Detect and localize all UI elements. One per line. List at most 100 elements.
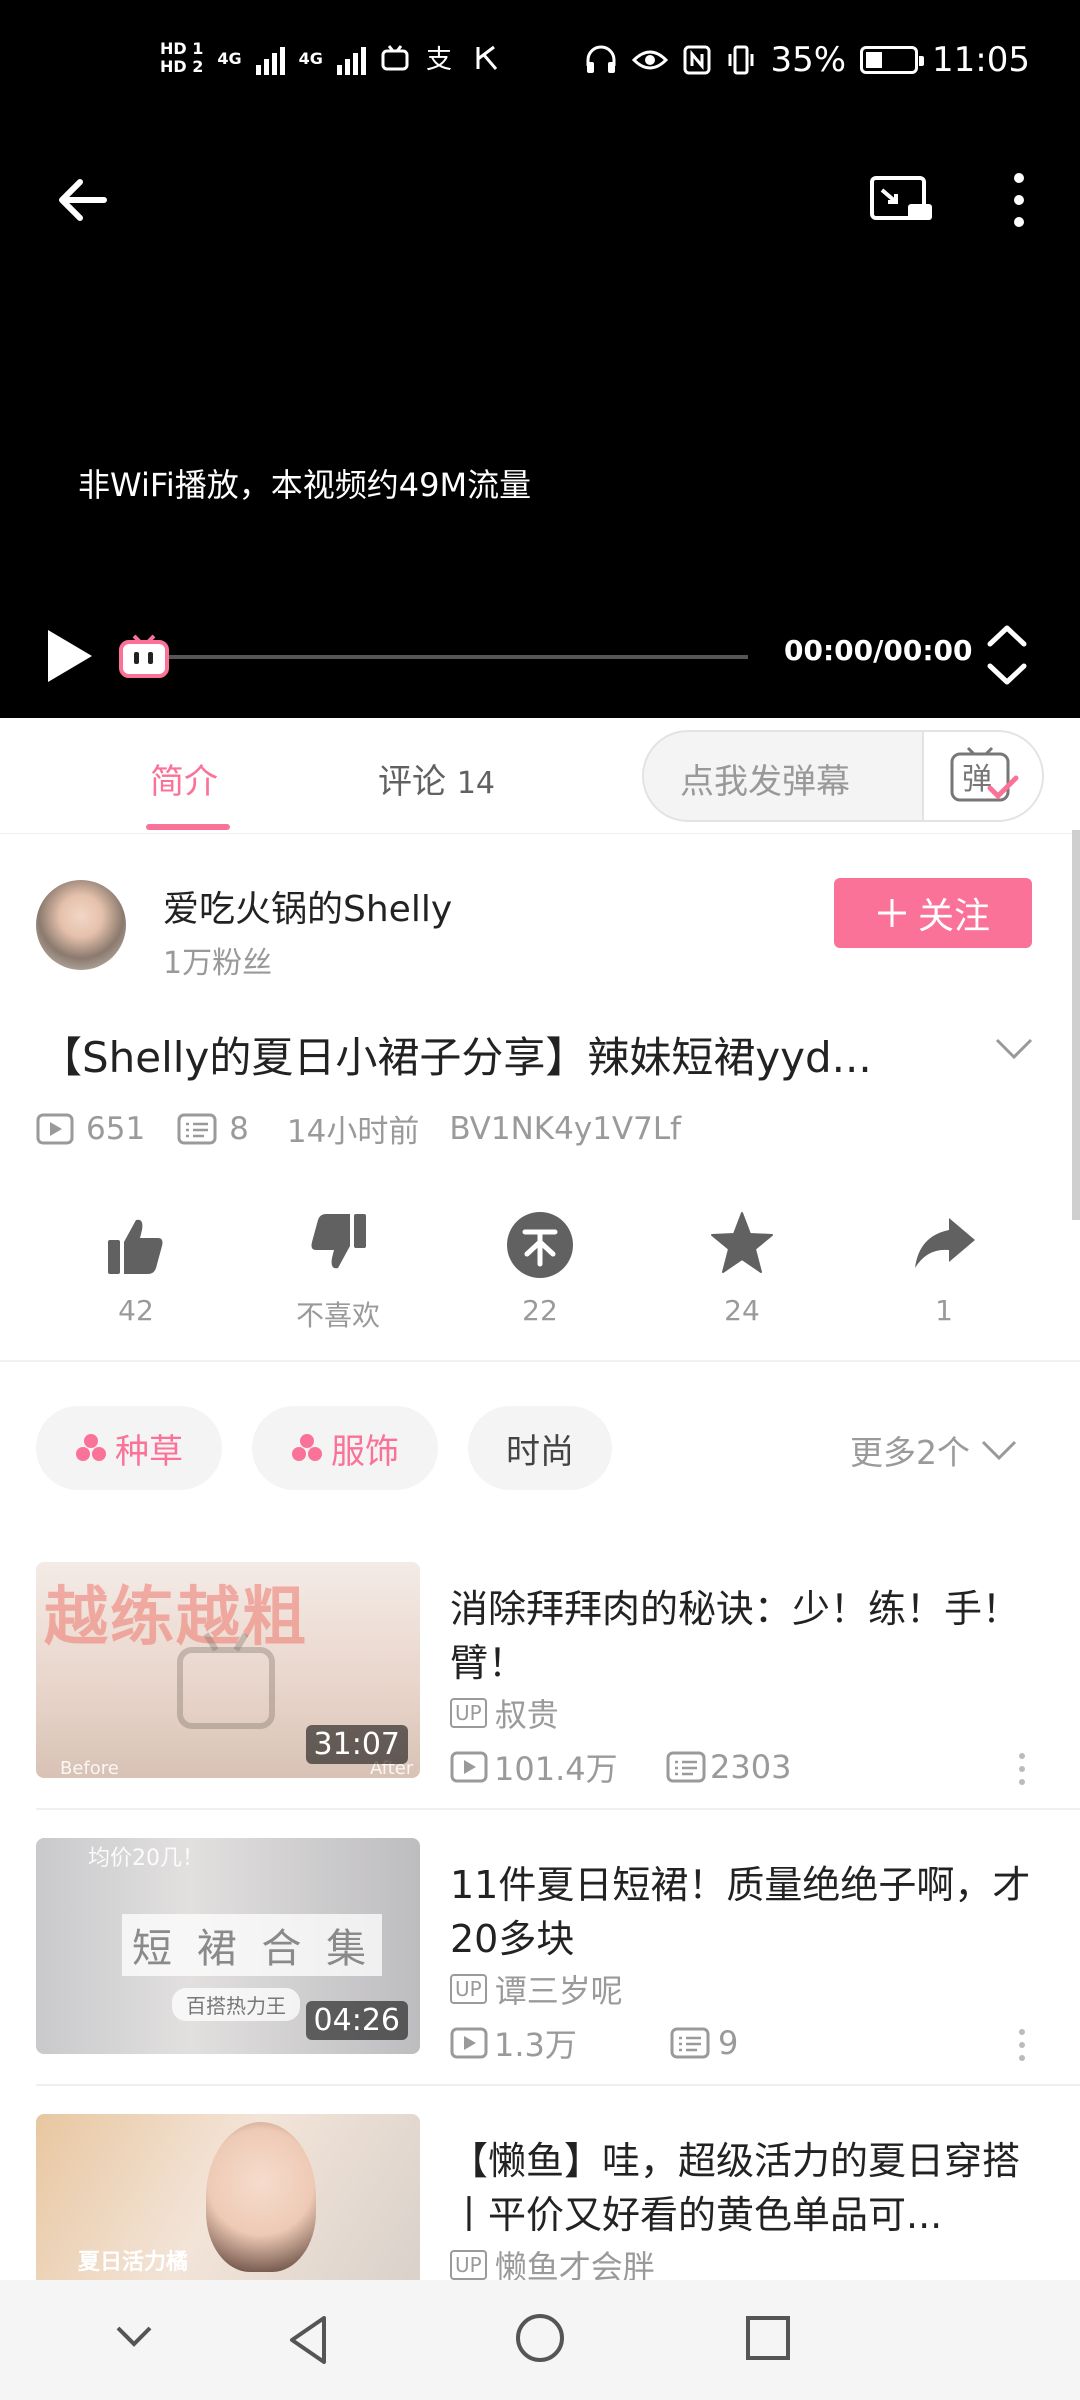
danmaku-count-icon — [670, 2027, 710, 2059]
nav-recents-icon[interactable] — [744, 2314, 792, 2362]
recommended-video-card[interactable]: 夏日活力橘 【懒鱼】哇，超级活力的夏日穿搭丨平价又好看的黄色单品可... UP … — [0, 2114, 1080, 2280]
tag-channel-icon — [292, 1434, 322, 1461]
plus-icon — [877, 899, 906, 927]
seek-thumb-tv-icon[interactable] — [118, 634, 170, 680]
hd-indicators: HD 1 HD 2 — [160, 40, 203, 76]
video-thumbnail[interactable]: 均价20几！ 短 裙 合 集 百搭热力王 04:26 — [36, 1838, 420, 2054]
tab-comments-count: 14 — [456, 766, 495, 801]
favorite-count: 24 — [724, 1294, 760, 1327]
play-count-icon — [450, 2027, 488, 2059]
more-options-icon[interactable] — [1004, 170, 1034, 230]
seek-bar[interactable] — [146, 655, 748, 659]
chevron-down-icon[interactable] — [994, 1036, 1034, 1062]
recommended-stats: 101.4万 2303 — [450, 1744, 791, 1790]
recommended-video-card[interactable]: 均价20几！ 短 裙 合 集 百搭热力王 04:26 11件夏日短裙！质量绝绝子… — [0, 1838, 1080, 2114]
tag-zhongcao[interactable]: 种草 — [36, 1406, 222, 1490]
recommended-video-title[interactable]: 11件夏日短裙！质量绝绝子啊，才20多块 — [450, 1858, 1050, 1966]
nav-back-icon[interactable] — [284, 2312, 332, 2368]
recommended-uploader[interactable]: UP 懒鱼才会胖 — [450, 2242, 655, 2280]
video-thumbnail[interactable]: 越练越粗 Before After 31:07 — [36, 1562, 420, 1778]
scroll-indicator — [1072, 830, 1080, 1220]
card-divider — [36, 1808, 1080, 1810]
video-title[interactable]: 【Shelly的夏日小裙子分享】辣妹短裙yyd... — [40, 1024, 872, 1085]
uploader-name: 叔贵 — [494, 1696, 559, 1734]
recommended-video-title[interactable]: 消除拜拜肉的秘诀：少！练！手！臂！ — [450, 1582, 1050, 1690]
danmaku-count: 9 — [718, 2024, 739, 2062]
coin-icon — [507, 1212, 573, 1278]
headphones-icon — [586, 45, 616, 73]
danmaku-count-icon — [177, 1113, 217, 1144]
uploader-name: 谭三岁呢 — [494, 1972, 623, 2010]
recommended-uploader[interactable]: UP 谭三岁呢 — [450, 1966, 623, 2012]
k-app-icon — [476, 45, 498, 70]
fullscreen-toggle-icon[interactable] — [984, 622, 1030, 688]
chevron-down-icon — [981, 1440, 1017, 1461]
uploader-avatar[interactable] — [36, 880, 126, 970]
up-badge: UP — [450, 1974, 487, 2004]
status-left: HD 1 HD 2 4G 4G 支 — [160, 40, 502, 76]
share-arrow-icon — [915, 1218, 975, 1268]
tag-label: 服饰 — [331, 1431, 399, 1472]
hd1-label: HD 1 — [160, 39, 204, 58]
thumbnail-before-label: Before — [60, 1758, 119, 1778]
net1-label: 4G — [217, 48, 242, 68]
tag-shishang[interactable]: 时尚 — [468, 1406, 612, 1490]
thumbnail-placeholder-icon — [177, 1632, 275, 1729]
signal-icon-2 — [336, 41, 366, 75]
danmaku-count: 2303 — [710, 1748, 792, 1786]
tab-comments-label: 评论 — [378, 762, 446, 802]
view-count: 101.4万 — [494, 1750, 618, 1788]
danmu-placeholder: 点我发弹幕 — [680, 762, 850, 802]
danmu-input[interactable]: 点我发弹幕 弹 — [642, 730, 1044, 822]
thumbnail-banner: 百搭热力王 — [172, 1988, 300, 2021]
uploader-name[interactable]: 爱吃火锅的Shelly — [163, 880, 452, 932]
nav-home-icon[interactable] — [514, 2312, 566, 2364]
follow-label: 关注 — [917, 896, 990, 937]
video-stats: 651 8 14小时前 BV1NK4y1V7Lf — [36, 1106, 681, 1151]
thumbnail-text: 夏日活力橘 — [78, 2250, 189, 2275]
eye-icon — [632, 50, 669, 70]
card-more-icon[interactable] — [1018, 2028, 1026, 2062]
like-button[interactable]: 42 — [66, 1206, 206, 1327]
recommended-video-title[interactable]: 【懒鱼】哇，超级活力的夏日穿搭丨平价又好看的黄色单品可... — [450, 2134, 1050, 2242]
play-count-icon — [450, 1751, 488, 1783]
up-badge: UP — [450, 2250, 487, 2280]
danmu-send-button[interactable]: 弹 — [922, 732, 1042, 820]
tab-comments[interactable]: 评论 14 — [378, 754, 495, 803]
star-icon — [711, 1212, 773, 1273]
playback-timecode: 00:00/00:00 — [784, 634, 973, 667]
thumbnail-subtext: 均价20几！ — [88, 1846, 204, 1871]
bilibili-notification-icon — [381, 45, 409, 71]
tab-intro[interactable]: 简介 — [150, 754, 218, 803]
thumbnail-person — [206, 2122, 316, 2272]
share-button[interactable]: 1 — [874, 1206, 1014, 1327]
video-thumbnail[interactable]: 夏日活力橘 — [36, 2114, 420, 2280]
card-more-icon[interactable] — [1018, 1752, 1026, 1786]
recommended-uploader[interactable]: UP 叔贵 — [450, 1690, 559, 1736]
video-duration: 04:26 — [305, 2001, 408, 2040]
back-arrow-icon[interactable] — [54, 170, 114, 230]
battery-fill — [866, 52, 883, 68]
like-count: 42 — [118, 1294, 154, 1327]
uploader-name: 懒鱼才会胖 — [494, 2248, 655, 2280]
favorite-button[interactable]: 24 — [672, 1206, 812, 1327]
nav-hide-icon[interactable] — [114, 2322, 154, 2350]
bvid: BV1NK4y1V7Lf — [449, 1110, 682, 1147]
more-tags-label: 更多2个 — [850, 1433, 970, 1472]
coin-button[interactable]: 22 — [470, 1206, 610, 1327]
danmu-icon: 弹 — [950, 746, 1019, 802]
dislike-button[interactable]: 不喜欢 — [268, 1206, 408, 1332]
cast-screen-icon[interactable] — [868, 170, 934, 230]
follow-button[interactable]: 关注 — [834, 878, 1032, 948]
play-icon[interactable] — [42, 626, 96, 686]
video-player[interactable]: 非WiFi播放，本视频约49M流量 00:00/00:00 — [0, 138, 1080, 718]
status-bar: HD 1 HD 2 4G 4G 支 35% 11:05 — [0, 0, 1080, 138]
tag-fushi[interactable]: 服饰 — [252, 1406, 438, 1490]
view-count: 651 — [86, 1110, 146, 1147]
dislike-label: 不喜欢 — [295, 1299, 380, 1332]
recommended-video-card[interactable]: 越练越粗 Before After 31:07 消除拜拜肉的秘诀：少！练！手！臂… — [0, 1562, 1080, 1838]
data-usage-notice: 非WiFi播放，本视频约49M流量 — [78, 466, 532, 504]
vibrate-icon — [728, 45, 754, 75]
video-duration: 31:07 — [305, 1725, 408, 1764]
more-tags-toggle[interactable]: 更多2个 — [850, 1426, 1018, 1474]
